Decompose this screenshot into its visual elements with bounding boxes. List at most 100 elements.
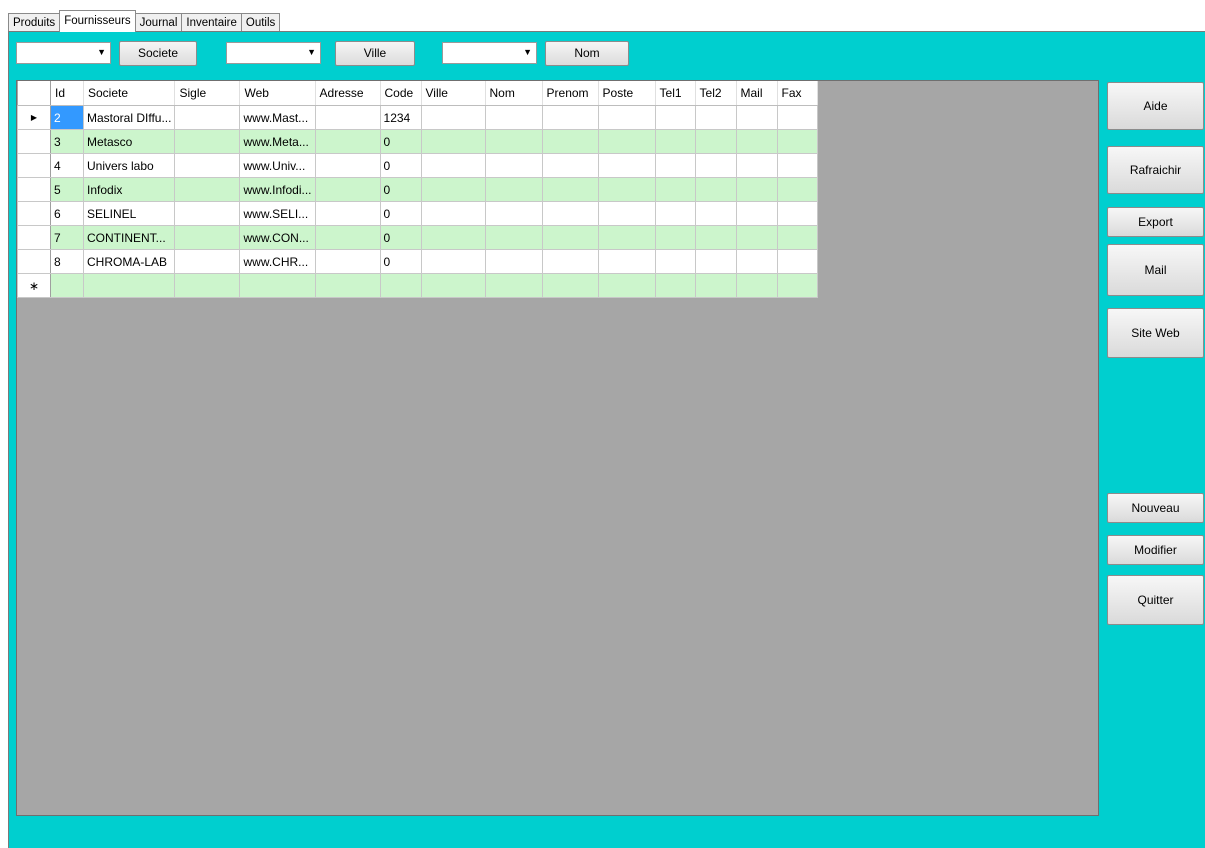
grid-cell-fax[interactable]	[776, 177, 818, 202]
grid-cell-web[interactable]: www.Infodi...	[239, 177, 316, 202]
grid-cell-ville[interactable]	[420, 177, 486, 202]
grid-cell-mail[interactable]	[735, 153, 778, 178]
grid-cell-tel2[interactable]	[694, 105, 737, 130]
tab-journal[interactable]: Journal	[134, 13, 183, 32]
grid-cell-ville[interactable]	[420, 105, 486, 130]
grid-cell[interactable]	[597, 273, 656, 298]
grid-cell-fax[interactable]	[776, 225, 818, 250]
grid-cell-adresse[interactable]	[314, 201, 381, 226]
table-row[interactable]: ▶ 2 Mastoral DIffu... www.Mast... 1234	[17, 105, 818, 130]
grid-cell-ville[interactable]	[420, 225, 486, 250]
row-header[interactable]	[17, 129, 51, 154]
grid-cell-tel2[interactable]	[694, 153, 737, 178]
ville-combo[interactable]: ▼	[226, 42, 321, 64]
column-header[interactable]: Web	[239, 81, 316, 106]
row-header[interactable]	[17, 153, 51, 178]
grid-cell[interactable]	[239, 273, 316, 298]
nom-combo[interactable]: ▼	[442, 42, 537, 64]
site-web-button[interactable]: Site Web	[1107, 308, 1204, 358]
grid-cell-tel2[interactable]	[694, 225, 737, 250]
grid-cell-sigle[interactable]	[174, 153, 241, 178]
grid-cell-code[interactable]: 0	[379, 201, 422, 226]
grid-cell-code[interactable]: 0	[379, 129, 422, 154]
grid-cell-nom[interactable]	[484, 225, 543, 250]
grid-cell-fax[interactable]	[776, 153, 818, 178]
grid-cell-web[interactable]: www.Univ...	[239, 153, 316, 178]
grid-cell-tel1[interactable]	[654, 153, 696, 178]
mail-button[interactable]: Mail	[1107, 244, 1204, 296]
column-header[interactable]: Tel2	[695, 81, 737, 106]
grid-cell-fax[interactable]	[776, 249, 818, 274]
grid-cell-poste[interactable]	[597, 105, 656, 130]
column-header[interactable]: Ville	[421, 81, 486, 106]
grid-cell[interactable]	[50, 273, 84, 298]
grid-cell-poste[interactable]	[597, 153, 656, 178]
column-header[interactable]: Poste	[598, 81, 656, 106]
grid-cell[interactable]	[314, 273, 381, 298]
grid-cell-code[interactable]: 0	[379, 249, 422, 274]
tab-outils[interactable]: Outils	[240, 13, 281, 32]
grid-cell-prenom[interactable]	[541, 153, 599, 178]
grid-cell-sigle[interactable]	[174, 105, 241, 130]
grid-cell[interactable]	[694, 273, 737, 298]
grid-cell-sigle[interactable]	[174, 201, 241, 226]
grid-cell-code[interactable]: 0	[379, 153, 422, 178]
row-header[interactable]	[17, 177, 51, 202]
grid-cell-tel2[interactable]	[694, 249, 737, 274]
grid-cell-adresse[interactable]	[314, 249, 381, 274]
table-row[interactable]: 3 Metasco www.Meta... 0	[17, 129, 818, 154]
tab-fournisseurs[interactable]: Fournisseurs	[59, 10, 136, 32]
grid-cell[interactable]	[420, 273, 486, 298]
grid-cell[interactable]	[541, 273, 599, 298]
column-header[interactable]: Mail	[736, 81, 778, 106]
grid-cell-mail[interactable]	[735, 105, 778, 130]
column-header[interactable]: Nom	[485, 81, 543, 106]
grid-cell-sigle[interactable]	[174, 225, 241, 250]
modifier-button[interactable]: Modifier	[1107, 535, 1204, 565]
grid-cell-tel1[interactable]	[654, 105, 696, 130]
grid-cell-nom[interactable]	[484, 153, 543, 178]
grid-cell-prenom[interactable]	[541, 249, 599, 274]
grid-cell-prenom[interactable]	[541, 225, 599, 250]
grid-cell-tel1[interactable]	[654, 129, 696, 154]
grid-cell-poste[interactable]	[597, 177, 656, 202]
grid-cell[interactable]	[776, 273, 818, 298]
grid-cell-nom[interactable]	[484, 201, 543, 226]
grid-cell[interactable]	[379, 273, 422, 298]
column-header[interactable]: Code	[380, 81, 422, 106]
grid-cell-fax[interactable]	[776, 129, 818, 154]
grid-cell-societe[interactable]: SELINEL	[82, 201, 176, 226]
grid-cell-societe[interactable]: Univers labo	[82, 153, 176, 178]
grid-cell-id[interactable]: 7	[50, 225, 84, 250]
grid-cell-id[interactable]: 8	[50, 249, 84, 274]
table-row[interactable]: 8 CHROMA-LAB www.CHR... 0	[17, 249, 818, 274]
grid-cell-ville[interactable]	[420, 249, 486, 274]
grid-cell-adresse[interactable]	[314, 153, 381, 178]
table-row[interactable]: 7 CONTINENT... www.CON... 0	[17, 225, 818, 250]
grid-cell-web[interactable]: www.Meta...	[239, 129, 316, 154]
grid-cell-poste[interactable]	[597, 201, 656, 226]
grid-cell-societe[interactable]: Metasco	[82, 129, 176, 154]
grid-cell-ville[interactable]	[420, 153, 486, 178]
grid-cell-tel2[interactable]	[694, 129, 737, 154]
societe-filter-button[interactable]: Societe	[119, 41, 197, 66]
grid-cell-mail[interactable]	[735, 129, 778, 154]
grid-cell-id[interactable]: 5	[50, 177, 84, 202]
grid-cell-id[interactable]: 6	[50, 201, 84, 226]
grid-cell-nom[interactable]	[484, 129, 543, 154]
column-header[interactable]: Sigle	[174, 81, 241, 106]
grid-cell-tel1[interactable]	[654, 225, 696, 250]
rafraichir-button[interactable]: Rafraichir	[1107, 146, 1204, 194]
grid-cell-adresse[interactable]	[314, 105, 381, 130]
grid-cell-web[interactable]: www.CON...	[239, 225, 316, 250]
grid-cell-tel1[interactable]	[654, 249, 696, 274]
column-header[interactable]: Tel1	[655, 81, 696, 106]
grid-cell-adresse[interactable]	[314, 129, 381, 154]
grid-cell-tel1[interactable]	[654, 177, 696, 202]
grid-cell-mail[interactable]	[735, 249, 778, 274]
grid-cell-ville[interactable]	[420, 201, 486, 226]
grid-cell-id[interactable]: 2	[50, 105, 84, 130]
aide-button[interactable]: Aide	[1107, 82, 1204, 130]
grid-cell-poste[interactable]	[597, 129, 656, 154]
grid-cell-nom[interactable]	[484, 105, 543, 130]
